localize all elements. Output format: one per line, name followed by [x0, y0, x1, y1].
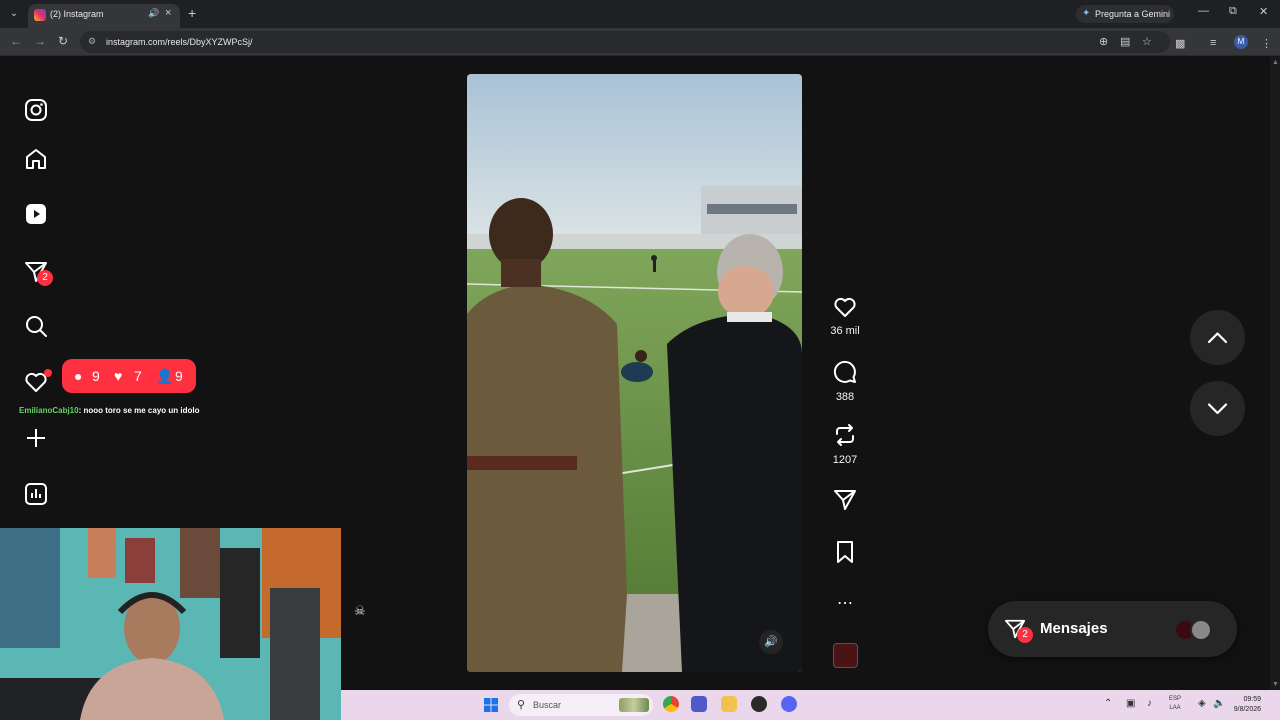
windows-taskbar: ⚲ Buscar ⌃ ▣ ♪ ESP LAA ◈ 🔈 09:59 9/8/202… — [341, 690, 1280, 720]
taskbar-search[interactable]: ⚲ Buscar — [509, 694, 653, 716]
reel-video[interactable]: 🔊 — [467, 74, 802, 672]
comment-action[interactable]: 388 — [822, 360, 868, 403]
messages-dock-badge: 2 — [1017, 627, 1033, 643]
more-options-icon[interactable]: ⋯ — [822, 593, 868, 613]
tray-chevron-up-icon[interactable]: ⌃ — [1104, 698, 1112, 709]
browser-menu-icon[interactable]: ⋮ — [1261, 37, 1272, 50]
minimize-button[interactable]: — — [1198, 5, 1209, 17]
scroll-up-arrow-icon[interactable]: ▲ — [1272, 59, 1279, 66]
webcam-overlay — [0, 528, 341, 720]
home-icon[interactable] — [24, 147, 48, 171]
close-window-button[interactable]: ✕ — [1259, 5, 1268, 18]
comment-bubble-icon[interactable] — [833, 360, 857, 384]
skull-emoji-icon: ☠ — [354, 603, 366, 618]
extensions-icon[interactable]: ▩ — [1175, 37, 1185, 50]
teams-icon[interactable] — [691, 696, 707, 712]
search-highlight-image — [619, 698, 649, 712]
network-icon[interactable]: ▣ — [1126, 698, 1135, 709]
taskbar-search-icon: ⚲ — [517, 699, 526, 711]
back-icon[interactable]: ← — [10, 34, 22, 48]
next-reel-button[interactable] — [1190, 381, 1245, 436]
notification-dot — [44, 369, 52, 377]
gemini-button[interactable]: ✦ Pregunta a Gemini — [1076, 5, 1174, 23]
like-heart-icon[interactable] — [833, 296, 857, 318]
clock-time: 09:59 — [1243, 696, 1261, 703]
file-explorer-icon[interactable] — [721, 696, 737, 712]
create-plus-icon[interactable] — [24, 426, 48, 450]
bookmark-star-icon[interactable]: ☆ — [1142, 35, 1152, 48]
tab-audio-icon[interactable]: 🔊 — [148, 8, 159, 19]
gemini-sparkle-icon: ✦ — [1082, 8, 1091, 19]
likes-count: 7 — [134, 368, 142, 384]
site-info-icon[interactable]: ⚙ — [88, 36, 96, 47]
like-icon: ♥ — [114, 368, 123, 384]
search-icon[interactable] — [24, 314, 48, 338]
likes-count: 36 mil — [830, 325, 860, 337]
follows-count: 9 — [175, 368, 183, 384]
taskbar-clock[interactable]: 09:59 9/8/2026 — [1221, 695, 1261, 715]
media-controls-icon[interactable]: ≡ — [1210, 37, 1216, 49]
forward-icon[interactable]: → — [34, 34, 46, 48]
clock-date: 9/8/2026 — [1233, 706, 1261, 713]
audio-thumbnail[interactable] — [833, 643, 858, 668]
comments-count: 9 — [92, 368, 100, 384]
stream-chat-message: EmilianoCabj10: nooo toro se me cayo un … — [19, 406, 199, 415]
save-action[interactable] — [822, 540, 868, 569]
windows-start-icon[interactable] — [484, 698, 498, 712]
microphone-icon[interactable]: ♪ — [1147, 698, 1152, 709]
keyboard-layout: LAA — [1169, 705, 1181, 711]
repost-action[interactable]: 1207 — [822, 423, 868, 466]
messages-badge: 2 — [37, 270, 53, 286]
chevron-down-icon — [1207, 403, 1228, 415]
url-text[interactable]: instagram.com/reels/DbyXYZWPcSj/ — [106, 37, 253, 47]
chevron-up-icon — [1207, 332, 1228, 344]
tab-title: (2) Instagram — [50, 9, 104, 19]
notifications-popup[interactable]: ● 9 ♥ 7 👤 9 — [62, 359, 196, 393]
browser-tab-bar: ⌄ (2) Instagram 🔊 × + ✦ Pregunta a Gemin… — [0, 0, 1280, 28]
discord-icon[interactable] — [781, 696, 797, 712]
chat-username: EmilianoCabj10 — [19, 406, 79, 415]
reels-icon[interactable] — [24, 202, 48, 226]
install-app-icon[interactable]: ▤ — [1120, 35, 1130, 48]
taskbar-search-placeholder: Buscar — [533, 700, 562, 710]
wifi-icon[interactable]: ◈ — [1198, 698, 1206, 709]
messages-label: Mensajes — [1040, 620, 1108, 637]
reposts-count: 1207 — [832, 454, 858, 466]
page-scrollbar[interactable]: ▲ ▼ — [1270, 57, 1280, 690]
address-bar-row: ← → ↻ ⚙ instagram.com/reels/DbyXYZWPcSj/… — [0, 28, 1280, 56]
previous-reel-button[interactable] — [1190, 310, 1245, 365]
reload-icon[interactable]: ↻ — [58, 34, 68, 48]
new-tab-button[interactable]: + — [188, 5, 196, 21]
obs-icon[interactable] — [751, 696, 767, 712]
instagram-logo-icon[interactable] — [24, 98, 48, 122]
tab-search-icon[interactable]: ⌄ — [6, 6, 22, 22]
browser-tab-instagram[interactable]: (2) Instagram 🔊 × — [28, 4, 180, 28]
comments-count: 388 — [835, 391, 855, 403]
webcam-image — [0, 528, 341, 720]
share-paper-plane-icon[interactable] — [833, 488, 857, 512]
comment-icon: ● — [74, 368, 83, 384]
instagram-favicon-icon — [34, 9, 46, 21]
language-code: ESP — [1169, 696, 1182, 702]
share-action[interactable] — [822, 488, 868, 517]
zoom-icon[interactable]: ⊕ — [1099, 35, 1108, 48]
restore-button[interactable]: ⧉ — [1229, 5, 1237, 18]
chrome-icon[interactable] — [663, 696, 679, 712]
repost-icon[interactable] — [833, 423, 857, 447]
dashboard-icon[interactable] — [24, 482, 48, 506]
follower-icon: 👤 — [156, 368, 174, 384]
omnibox[interactable]: ⚙ instagram.com/reels/DbyXYZWPcSj/ ⊕ ▤ ☆ — [80, 31, 1170, 53]
messages-dock-button[interactable]: 2 Mensajes — [988, 601, 1237, 657]
chat-text: : nooo toro se me cayo un idolo — [78, 406, 200, 415]
bookmark-icon[interactable] — [833, 540, 857, 564]
conversation-avatar — [1190, 619, 1212, 641]
tab-close-icon[interactable]: × — [165, 7, 171, 19]
language-indicator[interactable]: ESP LAA — [1169, 695, 1181, 713]
reel-video-frame — [467, 74, 802, 672]
profile-avatar[interactable]: M — [1234, 35, 1248, 49]
gemini-label: Pregunta a Gemini — [1095, 9, 1171, 19]
scroll-down-arrow-icon[interactable]: ▼ — [1272, 681, 1279, 688]
like-action[interactable]: 36 mil — [822, 296, 868, 337]
volume-icon[interactable]: 🔊 — [759, 630, 783, 654]
